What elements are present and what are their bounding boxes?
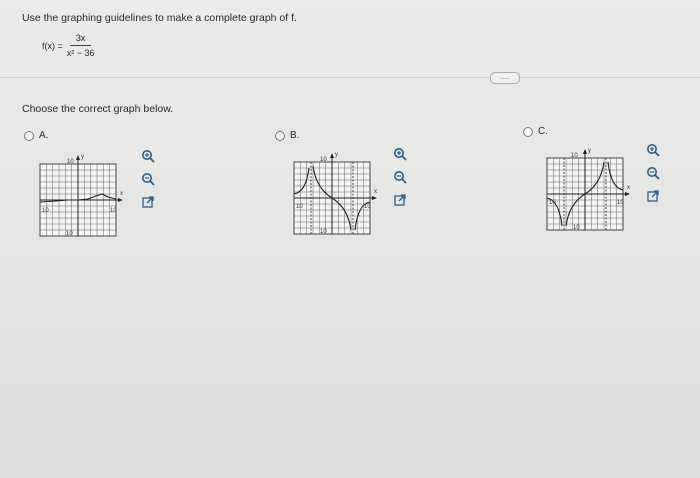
x-min-label: 10 [42,208,49,214]
x-max-label: 10 [364,204,371,210]
radio-option-c[interactable] [523,126,533,137]
zoom-in-button[interactable] [392,146,408,162]
option-c[interactable]: C. [523,126,548,137]
external-link-button[interactable] [645,188,661,204]
zoom-out-icon [394,171,407,184]
y-max-label: 10 [571,153,578,159]
y-axis-label: y [81,154,84,160]
y-axis-arrow [583,149,587,154]
graph-c-tools [645,142,661,204]
external-link-button[interactable] [140,194,156,210]
question-text: Use the graphing guidelines to make a co… [22,12,297,24]
y-axis-arrow [330,153,334,158]
function-fraction: 3x x² − 36 [67,33,95,58]
x-axis-arrow [372,196,377,200]
zoom-in-button[interactable] [645,142,661,158]
x-max-label: 10 [110,208,117,214]
y-max-label: 10 [67,159,74,165]
zoom-in-icon [142,150,155,163]
x-max-label: 10 [617,200,624,206]
option-b-label: B. [290,130,300,141]
function-lhs: f(x) = [42,40,63,51]
x-axis-arrow [625,192,630,196]
y-axis-label: y [588,148,591,154]
external-link-icon [394,194,406,206]
y-min-label: 10 [320,229,327,235]
y-min-label: 10 [573,225,580,231]
external-link-icon [142,196,154,208]
x-axis-arrow [118,198,123,202]
section-divider [0,77,700,78]
prompt-text: Choose the correct graph below. [22,103,174,115]
x-min-label: 10 [296,204,303,210]
graph-option-b: y x 10 10 10 10 [293,152,377,235]
y-max-label: 10 [320,157,327,163]
zoom-out-icon [142,173,155,186]
y-axis-label: y [335,152,338,158]
zoom-out-button[interactable] [645,165,661,181]
page: Use the graphing guidelines to make a co… [0,0,700,478]
option-b[interactable]: B. [275,130,299,141]
graph-b-tools [392,146,408,208]
graph-option-a: y x 10 10 10 10 [39,154,123,237]
y-axis-arrow [76,155,80,160]
zoom-in-button[interactable] [140,148,156,164]
option-a[interactable]: A. [24,130,48,141]
x-axis-label: x [120,191,123,197]
y-min-label: 10 [66,231,73,237]
zoom-in-icon [647,144,660,157]
radio-option-b[interactable] [275,130,285,141]
x-axis-label: x [627,185,630,191]
x-min-label: 10 [549,200,556,206]
option-a-label: A. [39,130,49,141]
zoom-out-button[interactable] [392,169,408,185]
function-numerator: 3x [69,33,92,46]
graph-option-c: y x 10 10 10 10 [546,148,630,231]
zoom-in-icon [394,148,407,161]
external-link-button[interactable] [392,192,408,208]
x-axis-label: x [374,189,377,195]
function-denominator: x² − 36 [66,48,95,58]
external-link-icon [647,190,659,202]
function-expression: f(x) = 3x x² − 36 [42,33,95,58]
zoom-out-button[interactable] [140,171,156,187]
graph-a-tools [140,148,156,210]
more-button[interactable]: .... [490,72,520,84]
zoom-out-icon [647,167,660,180]
radio-option-a[interactable] [24,130,34,141]
option-c-label: C. [538,126,548,137]
